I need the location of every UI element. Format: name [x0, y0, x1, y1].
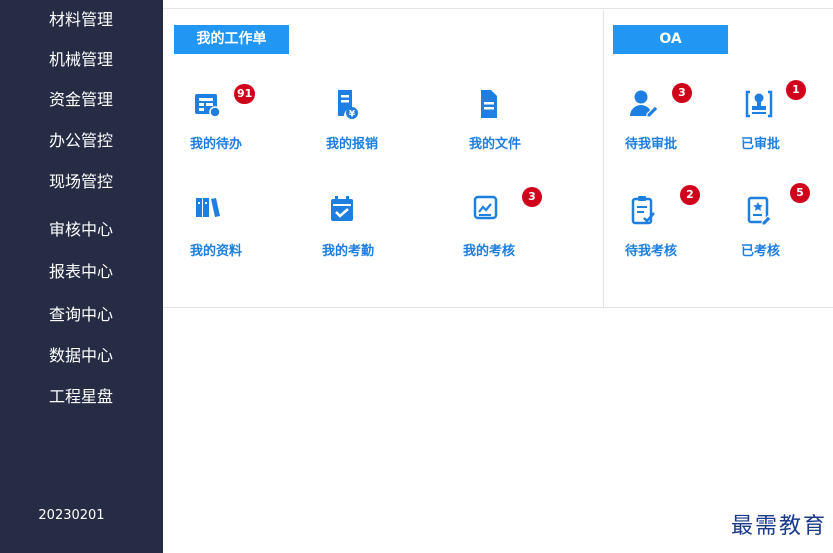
tile-my-files[interactable]: 我的文件 [469, 86, 559, 166]
stamp-icon [745, 90, 773, 118]
chart-board-icon [473, 195, 498, 220]
tile-my-assessment[interactable]: 3 我的考核 [463, 187, 553, 273]
tile-label: 我的资料 [190, 244, 243, 259]
sidebar-item-project-star[interactable]: 工程星盘 [0, 377, 163, 417]
tile-pending-approval[interactable]: 3 待我审批 [625, 83, 715, 166]
sidebar-item-report-center[interactable]: 报表中心 [0, 252, 163, 292]
tile-assessed[interactable]: 5 已考核 [741, 183, 831, 273]
sidebar-item-audit-center[interactable]: 审核中心 [0, 210, 163, 250]
sidebar: 材料管理 机械管理 资金管理 办公管控 现场管控 审核中心 报表中心 查询中心 … [0, 0, 163, 553]
tile-label: 我的文件 [469, 137, 522, 152]
section-header-my-worklist: 我的工作单 [174, 25, 289, 54]
todo-form-icon [195, 94, 221, 118]
tile-approved[interactable]: 1 已审批 [741, 80, 831, 166]
tile-label: 我的考核 [463, 244, 516, 259]
tile-my-todo[interactable]: 91 我的待办 [190, 84, 280, 166]
section-header-oa: OA [613, 25, 728, 54]
tile-label: 已审批 [741, 137, 781, 152]
watermark-text: 最需教育 [730, 514, 827, 539]
sidebar-item-machinery[interactable]: 机械管理 [0, 40, 163, 80]
sidebar-item-data-center[interactable]: 数据中心 [0, 336, 163, 376]
main-content: 我的工作单 91 我的待办 ¥ 我的报销 我的文件 我的资料 我的考勤 3 我的… [163, 0, 833, 553]
tile-my-materials[interactable]: 我的资料 [190, 193, 280, 273]
user-edit-icon [630, 90, 659, 118]
sidebar-item-funds[interactable]: 资金管理 [0, 80, 163, 120]
top-strip-clipped [163, 0, 833, 9]
badge-approved: 1 [786, 80, 806, 100]
tile-my-reimbursement[interactable]: ¥ 我的报销 [326, 86, 416, 166]
tile-label: 待我考核 [625, 244, 678, 259]
books-icon [196, 198, 220, 217]
svg-text:¥: ¥ [349, 110, 356, 120]
app-root: 材料管理 机械管理 资金管理 办公管控 现场管控 审核中心 报表中心 查询中心 … [0, 0, 833, 553]
tile-label: 我的待办 [190, 137, 243, 152]
calendar-check-icon [331, 196, 353, 221]
sidebar-item-materials[interactable]: 材料管理 [0, 0, 163, 40]
panel-divider [603, 10, 604, 308]
clipboard-check-icon [631, 196, 655, 225]
file-icon [481, 90, 497, 118]
badge-my-assessment: 3 [522, 187, 542, 207]
sidebar-item-office[interactable]: 办公管控 [0, 121, 163, 161]
tile-label: 我的报销 [326, 137, 379, 152]
badge-pending-approval: 3 [672, 83, 692, 103]
sidebar-item-query-center[interactable]: 查询中心 [0, 295, 163, 335]
badge-my-todo: 91 [234, 84, 256, 104]
badge-assessed: 5 [790, 183, 810, 203]
tile-label: 待我审批 [625, 137, 678, 152]
version-label: 20230201 [38, 508, 105, 523]
tile-label: 已考核 [741, 244, 781, 259]
tile-label: 我的考勤 [322, 244, 375, 259]
badge-pending-assessment: 2 [680, 185, 700, 205]
tile-pending-assessment[interactable]: 2 待我考核 [625, 185, 715, 273]
certificate-icon [747, 196, 772, 226]
reimburse-doc-icon: ¥ [338, 90, 358, 120]
sidebar-item-site[interactable]: 现场管控 [0, 162, 163, 202]
tile-my-attendance[interactable]: 我的考勤 [322, 193, 412, 273]
